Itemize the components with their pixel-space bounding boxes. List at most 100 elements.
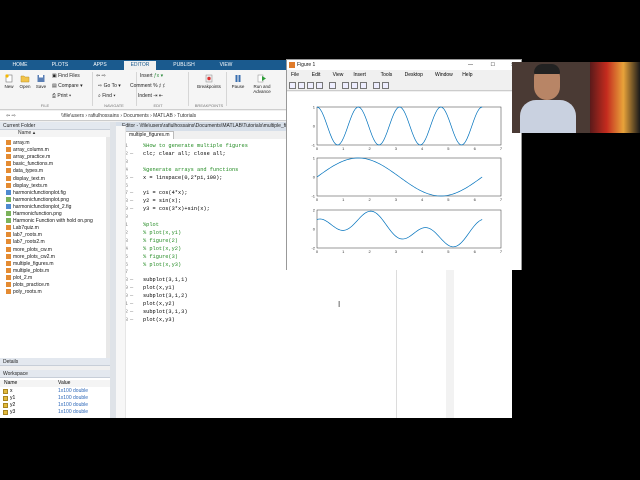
file-list-item[interactable]: multiple_figures.m [6,260,54,268]
file-list-item[interactable]: harmonicfunctionplot.png [6,196,69,204]
breakpoint-marker[interactable]: — [130,174,133,182]
hide-plot-tools-icon[interactable] [373,82,380,89]
breakpoint-marker[interactable]: — [130,205,133,213]
comment-button[interactable]: Comment % ⁒ ⁒ [130,83,165,89]
code-line[interactable]: 20—subplot(3,1,2) [116,292,396,300]
file-list-item[interactable]: harmonicfunctionplot_2.fig [6,203,71,211]
figure-menu-insert[interactable]: Insert [353,70,366,80]
pointer-icon[interactable] [329,82,336,89]
subplot-1[interactable]: 0 1 2 3 4 5 6 7-101 [311,105,502,152]
tab-plots[interactable]: PLOTS [46,61,74,70]
breakpoint-marker[interactable]: — [130,197,133,205]
file-list-item[interactable]: more_plots_cw2.m [6,253,55,261]
breakpoint-marker[interactable]: — [130,189,133,197]
figure-menu-view[interactable]: View [333,70,344,80]
m-file-icon [6,267,11,273]
workspace-columns: Name Value [0,380,110,387]
pause-button[interactable]: Pause [230,74,246,89]
figure-menu-edit[interactable]: Edit [312,70,321,80]
breakpoint-marker[interactable]: — [130,292,133,300]
file-list-item[interactable]: Harmonic Function with hold on.png [6,218,93,225]
breakpoint-marker[interactable]: — [130,150,133,158]
file-list-item[interactable]: plot_2.m [6,274,32,282]
breakpoint-marker[interactable]: — [130,308,133,316]
file-list-item[interactable]: plots_practice.m [6,282,49,289]
file-list-item[interactable]: poly_roots.m [6,289,42,296]
code-text: x = linspace(0,2*pi,100); [143,174,223,181]
print-button[interactable]: ⎙ Print ▾ [52,93,71,99]
figure-menu-window[interactable]: Window [435,70,453,80]
subplot-2[interactable]: 0 1 2 3 4 5 6 7-101 [311,156,502,203]
tab-view[interactable]: VIEW [212,61,240,70]
figure-menu-desktop[interactable]: Desktop [405,70,423,80]
file-list-item[interactable]: array_practice.m [6,154,50,161]
code-line[interactable]: 23—plot(x,y3) [116,316,396,324]
link-plot-icon[interactable] [342,82,349,89]
code-text: clc; clear all; close all; [143,150,226,157]
tab-apps[interactable]: APPS [86,61,114,70]
file-list-item[interactable]: basic_functions.m [6,161,53,168]
code-line[interactable]: 18—subplot(3,1,1) [116,276,396,284]
find-button[interactable]: ⌕ Find ▾ [98,93,115,99]
workspace-row[interactable]: x 1x100 double [0,388,110,395]
file-list-item[interactable]: array_column.m [6,147,49,154]
tab-editor[interactable]: EDITOR [124,61,156,70]
maximize-icon[interactable]: ☐ [491,60,495,70]
back-forward-arrows[interactable]: ⇦ ⇨ [96,73,106,79]
file-list-item[interactable]: Harmonicfunction.png [6,211,62,218]
file-list-item[interactable]: harmonicfunctionplot.fig [6,189,66,197]
insert-colorbar-icon[interactable] [351,82,358,89]
print-figure-icon[interactable] [316,82,323,89]
code-line[interactable]: 22—subplot(3,1,3) [116,308,396,316]
file-list-item[interactable]: multiple_plots.m [6,267,49,275]
breakpoint-marker[interactable]: — [130,284,133,292]
editor-file-tab[interactable]: multiple_figures.m [124,131,174,139]
insert-fx-icon: ƒx ▾ [153,73,164,79]
file-list-item[interactable]: display_texts.m [6,182,47,190]
figure-menu-file[interactable]: File [291,70,299,80]
file-list-item[interactable]: more_plots_cw.m [6,246,52,254]
figure-menu-tools[interactable]: Tools [381,70,393,80]
open-file-icon[interactable] [298,82,305,89]
breakpoints-button[interactable]: Breakpoints [194,74,224,89]
minimize-icon[interactable]: — [468,60,473,70]
code-line[interactable]: 19—plot(x,y1) [116,284,396,292]
workspace-row[interactable]: y1 1x100 double [0,395,110,402]
insert-button[interactable]: Insert ƒx ▾ [140,73,163,79]
insert-legend-icon[interactable] [360,82,367,89]
figure-canvas[interactable]: 0 1 2 3 4 5 6 7 -1 0 1 0 1 2 3 4 5 6 7 -1 0 1 0 1 2 3 4 5 6 7 -2 0 2 [287,92,521,270]
breakpoint-marker[interactable]: — [130,300,133,308]
save-button[interactable]: Save [34,74,48,89]
compare-button[interactable]: ▤ Compare ▾ [52,83,83,89]
run-and-advance-button[interactable]: Run and Advance [250,74,274,94]
file-list-item[interactable]: display_text.m [6,175,45,183]
m-file-icon [6,161,11,167]
save-figure-icon[interactable] [307,82,314,89]
y-tick-label: 2 [313,208,316,213]
file-list-item[interactable]: lab7_roots2.m [6,239,45,246]
workspace-row[interactable]: y3 1x100 double [0,409,110,416]
file-list-item[interactable]: Lab7quiz.m [6,225,39,232]
current-folder-column-name[interactable]: Name ▴ [0,130,110,137]
file-list-item[interactable]: lab7_roots.m [6,232,42,239]
indent-button[interactable]: Indent ⇥ ⇤ [138,93,163,99]
file-list-item[interactable]: data_types.m [6,168,43,175]
goto-button[interactable]: ⇨ Go To ▾ [98,83,121,89]
workspace-row[interactable]: y2 1x100 double [0,402,110,409]
tab-publish[interactable]: PUBLISH [168,61,200,70]
subplot-3[interactable]: 0 1 2 3 4 5 6 7-202 [311,208,502,255]
nav-arrows[interactable]: ⇦ ⇨ [6,113,16,119]
breakpoint-marker[interactable]: — [130,276,133,284]
show-plot-tools-icon[interactable] [382,82,389,89]
code-line[interactable]: 21—plot(x,y2) [116,300,396,308]
new-figure-icon[interactable] [289,82,296,89]
figure-menu-help[interactable]: Help [462,70,472,80]
find-files-button[interactable]: ▣ Find Files [52,73,80,79]
file-name: array_practice.m [13,154,51,161]
open-button[interactable]: Open [18,74,32,89]
tab-home[interactable]: HOME [6,61,34,70]
details-header[interactable]: Details [0,358,110,366]
new-button[interactable]: New [2,74,16,89]
file-list-item[interactable]: array.m [6,140,30,147]
breakpoint-marker[interactable]: — [130,316,133,324]
